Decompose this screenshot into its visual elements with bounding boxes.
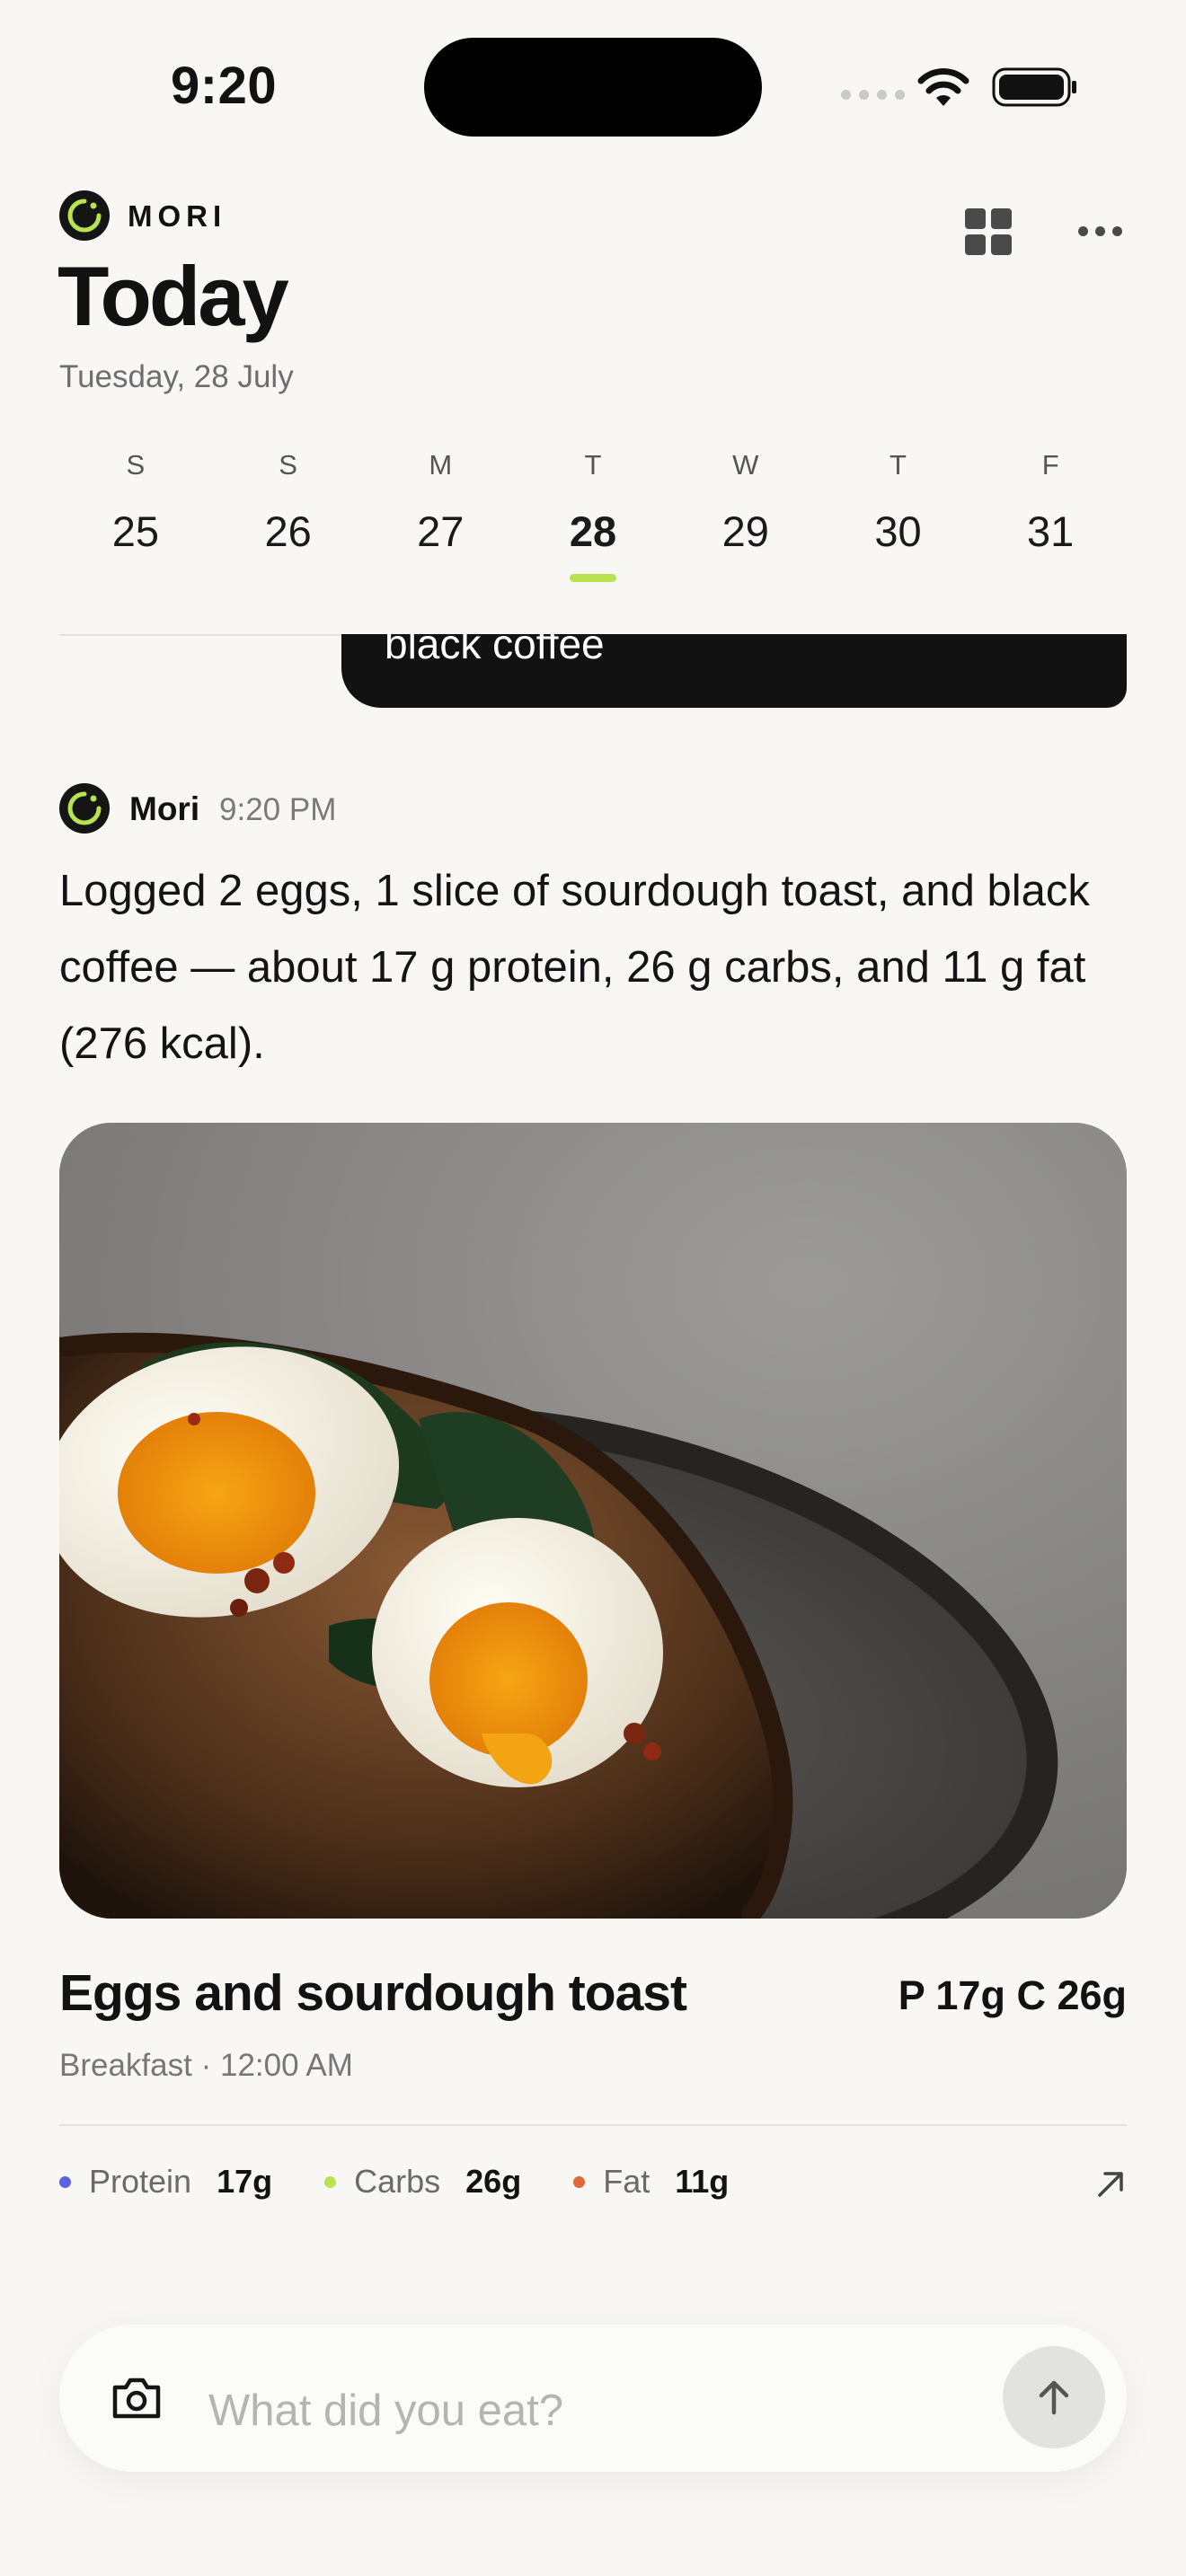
- user-message-text: black coffee: [385, 634, 605, 667]
- meal-category: Breakfast: [59, 2048, 192, 2083]
- day-number: 28: [569, 507, 617, 555]
- day-fri-31[interactable]: F 31: [974, 449, 1127, 582]
- macro-value: 26g: [465, 2163, 522, 2200]
- day-tue-28-selected[interactable]: T 28: [517, 449, 669, 582]
- eggs-on-toast-image: [59, 1123, 1127, 1919]
- wifi-icon: [917, 68, 969, 106]
- day-letter: T: [584, 449, 602, 481]
- mori-logo-icon: [59, 190, 110, 241]
- fat-dot-icon: [573, 2175, 586, 2188]
- arrow-up-right-icon[interactable]: [1094, 2168, 1127, 2201]
- brand-name: MORI: [128, 199, 227, 233]
- day-number: 29: [721, 507, 769, 555]
- week-strip: S 25 S 26 M 27 T 28 W 29 T 30 F 31: [59, 449, 1127, 582]
- meal-photo[interactable]: [59, 1123, 1127, 1919]
- macro-label: Protein: [89, 2163, 192, 2200]
- day-letter: M: [429, 449, 453, 481]
- day-wed-29[interactable]: W 29: [669, 449, 822, 582]
- day-sun-25[interactable]: S 25: [59, 449, 212, 582]
- selected-day-indicator: [570, 574, 617, 582]
- macro-fat: Fat 11g: [573, 2163, 729, 2201]
- macro-label: Carbs: [354, 2163, 441, 2200]
- day-number: 30: [874, 507, 922, 555]
- day-number: 31: [1027, 507, 1075, 555]
- day-thu-30[interactable]: T 30: [822, 449, 975, 582]
- meal-time: 12:00 AM: [219, 2048, 353, 2083]
- day-letter: S: [279, 449, 297, 481]
- macro-value: 17g: [217, 2163, 273, 2200]
- mori-avatar-icon: [59, 783, 110, 834]
- page-title: Today: [58, 249, 289, 343]
- camera-icon[interactable]: [110, 2375, 164, 2422]
- assistant-message: Logged 2 eggs, 1 slice of sourdough toas…: [59, 867, 1090, 1068]
- meal-macro-summary: P 17g C 26g: [898, 1972, 1127, 2018]
- day-letter: S: [126, 449, 146, 481]
- grid-view-icon[interactable]: [965, 208, 1012, 255]
- day-number: 26: [264, 507, 312, 555]
- meal-title: Eggs and sourdough toast: [59, 1964, 687, 2022]
- day-letter: F: [1041, 449, 1059, 481]
- meal-meta: Breakfast · 12:00 AM: [59, 2048, 353, 2084]
- day-sat-26[interactable]: S 26: [212, 449, 365, 582]
- macro-carbs: Carbs 26g: [324, 2163, 521, 2201]
- day-mon-27[interactable]: M 27: [364, 449, 517, 582]
- message-timestamp: 9:20 PM: [219, 792, 337, 827]
- arrow-up-icon: [1039, 2380, 1069, 2415]
- day-number: 27: [417, 507, 465, 555]
- day-letter: T: [889, 449, 907, 481]
- day-number: 25: [111, 507, 159, 555]
- divider: [59, 2124, 1127, 2126]
- assistant-name: Mori: [129, 790, 200, 827]
- macro-value: 11g: [675, 2163, 730, 2200]
- battery-icon: [992, 67, 1076, 107]
- status-time: 9:20: [171, 57, 278, 115]
- macro-protein: Protein 17g: [59, 2163, 272, 2201]
- macro-label: Fat: [603, 2163, 651, 2200]
- day-letter: W: [732, 449, 759, 481]
- carbs-dot-icon: [324, 2175, 337, 2188]
- dynamic-island: [424, 38, 762, 137]
- meal-input[interactable]: [208, 2382, 927, 2439]
- macro-breakdown: Protein 17g Carbs 26g Fat 11g: [59, 2163, 781, 2201]
- protein-dot-icon: [59, 2175, 71, 2188]
- meta-separator: ·: [200, 2048, 220, 2083]
- user-message-bubble: black coffee: [341, 634, 1127, 708]
- cellular-signal-icon: [841, 90, 905, 100]
- send-button[interactable]: [1003, 2346, 1105, 2448]
- more-options-icon[interactable]: [1078, 226, 1122, 236]
- page-date: Tuesday, 28 July: [59, 359, 294, 394]
